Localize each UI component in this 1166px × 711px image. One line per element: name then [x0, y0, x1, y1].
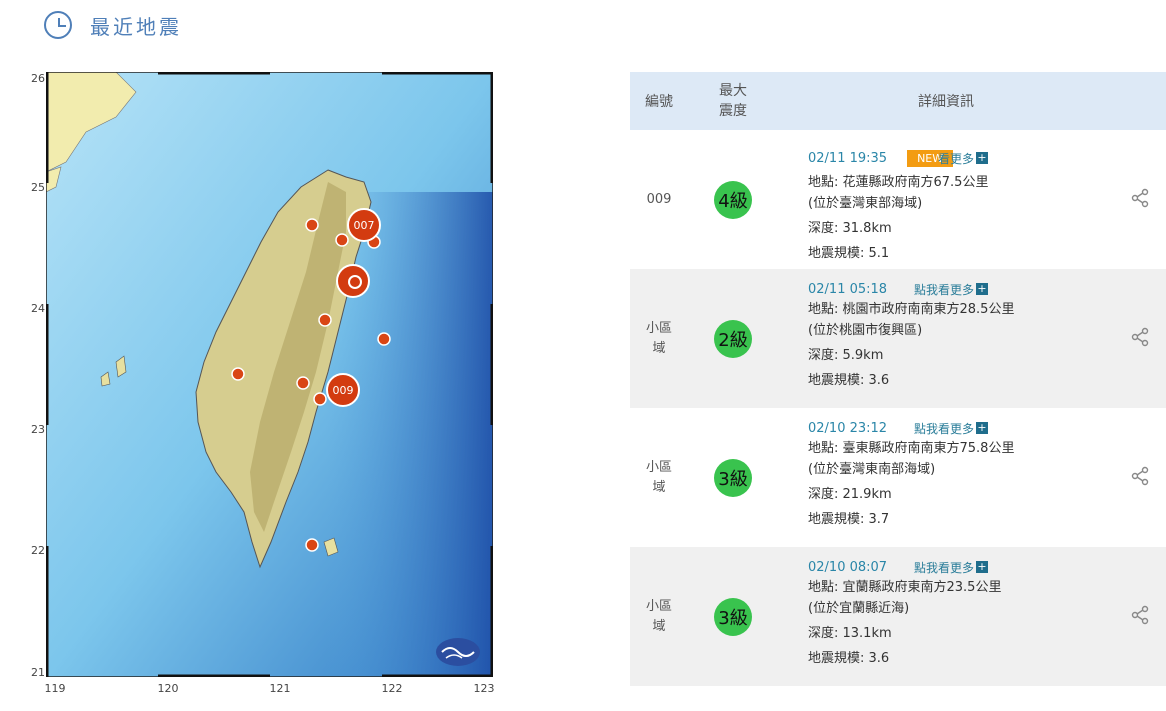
intensity-badge: 3級 [714, 458, 752, 497]
marker-label: 009 [333, 384, 354, 397]
earthquake-map[interactable]: 26 25 24 23 22 21 119 120 121 122 123 00… [30, 70, 500, 700]
plus-icon: + [976, 421, 988, 434]
x-tick-label: 120 [157, 682, 179, 695]
y-tick-label: 23 [31, 423, 45, 436]
quake-id: 小區 域 [645, 320, 672, 356]
share-icon[interactable] [1114, 130, 1166, 269]
quake-depth: 深度: 5.9km [808, 348, 884, 363]
x-tick-label: 122 [381, 682, 403, 695]
intensity-badge: 3級 [714, 597, 752, 636]
more-link[interactable]: 點我看更多 + [914, 559, 988, 576]
y-tick-label: 26 [31, 72, 45, 85]
earthquake-marker[interactable] [231, 367, 245, 381]
table-row[interactable]: 009 4級 02/11 19:35 NEW 看更多 + 地點: 花蓮縣政府南方6… [630, 130, 1166, 269]
x-tick-label: 121 [269, 682, 291, 695]
earthquake-marker-009[interactable]: 009 [326, 373, 360, 407]
earthquake-marker[interactable] [305, 218, 319, 232]
quake-location: 地點: 桃園市政府南南東方28.5公里 [808, 302, 1015, 317]
col-header-share [1114, 72, 1166, 130]
x-tick-label: 123 [473, 682, 495, 695]
y-tick-label: 21 [31, 666, 45, 679]
col-header-intensity: 最大 震度 [719, 83, 747, 119]
table-row[interactable]: 小區 域 2級 02/11 05:18 點我看更多 + 地點: 桃園市政府南南東方… [630, 269, 1166, 408]
y-tick-label: 22 [31, 544, 45, 557]
quake-magnitude: 地震規模: 3.7 [808, 512, 890, 527]
y-tick-label: 24 [31, 302, 45, 315]
col-header-detail: 詳細資訊 [918, 94, 974, 110]
quake-depth: 深度: 31.8km [808, 221, 892, 236]
quake-region: (位於宜蘭縣近海) [808, 601, 910, 616]
quake-depth: 深度: 21.9km [808, 487, 892, 502]
earthquake-table: 編號 最大 震度 詳細資訊 009 4級 02/11 19:35 NEW 看更多… [630, 72, 1166, 686]
quake-time[interactable]: 02/11 19:35 [808, 151, 887, 166]
quake-id: 小區 域 [645, 459, 672, 495]
earthquake-marker[interactable] [318, 313, 332, 327]
table-header: 編號 最大 震度 詳細資訊 [630, 72, 1166, 130]
quake-id: 小區 域 [645, 598, 672, 634]
quake-time[interactable]: 02/10 23:12 [808, 421, 887, 436]
earthquake-marker[interactable] [335, 233, 349, 247]
quake-time[interactable]: 02/11 05:18 [808, 282, 887, 297]
x-tick-label: 119 [44, 682, 66, 695]
page-title: 最近地震 [90, 14, 182, 39]
intensity-badge: 2級 [714, 319, 752, 358]
plus-icon: + [976, 560, 988, 573]
earthquake-marker-cluster[interactable] [336, 264, 370, 298]
earthquake-marker-007[interactable]: 007 [347, 208, 381, 242]
earthquake-marker[interactable] [296, 376, 310, 390]
map-frame: 007 009 [46, 72, 493, 677]
table-row[interactable]: 小區 域 3級 02/10 08:07 點我看更多 + 地點: 宜蘭縣政府東南方2… [630, 547, 1166, 686]
y-tick-label: 25 [31, 181, 45, 194]
quake-region: (位於臺灣東部海域) [808, 196, 923, 211]
intensity-badge: 4級 [714, 180, 752, 219]
earthquake-marker[interactable] [313, 392, 327, 406]
share-icon[interactable] [1114, 269, 1166, 408]
quake-region: (位於臺灣東南部海域) [808, 462, 936, 477]
quake-magnitude: 地震規模: 3.6 [808, 373, 890, 388]
share-icon[interactable] [1114, 408, 1166, 547]
table-row[interactable]: 小區 域 3級 02/10 23:12 點我看更多 + 地點: 臺東縣政府南南東方… [630, 408, 1166, 547]
share-icon[interactable] [1114, 547, 1166, 686]
quake-magnitude: 地震規模: 5.1 [808, 246, 890, 261]
quake-magnitude: 地震規模: 3.6 [808, 651, 890, 666]
plus-icon: + [976, 282, 988, 295]
quake-location: 地點: 宜蘭縣政府東南方23.5公里 [808, 580, 1002, 595]
earthquake-marker[interactable] [377, 332, 391, 346]
col-header-id: 編號 [645, 94, 673, 110]
marker-label: 007 [354, 219, 375, 232]
page-header: 最近地震 [44, 8, 182, 42]
quake-location: 地點: 花蓮縣政府南方67.5公里 [808, 175, 989, 190]
plus-icon: + [976, 151, 988, 164]
more-link[interactable]: 看更多 + [938, 150, 988, 167]
quake-location: 地點: 臺東縣政府南南東方75.8公里 [808, 441, 1015, 456]
more-link[interactable]: 點我看更多 + [914, 420, 988, 437]
quake-region: (位於桃園市復興區) [808, 323, 923, 338]
cwa-logo-icon [436, 638, 480, 666]
more-link[interactable]: 點我看更多 + [914, 281, 988, 298]
quake-id: 009 [646, 192, 672, 207]
earthquake-marker[interactable] [305, 538, 319, 552]
quake-time[interactable]: 02/10 08:07 [808, 560, 887, 575]
quake-depth: 深度: 13.1km [808, 626, 892, 641]
clock-icon [44, 11, 72, 39]
